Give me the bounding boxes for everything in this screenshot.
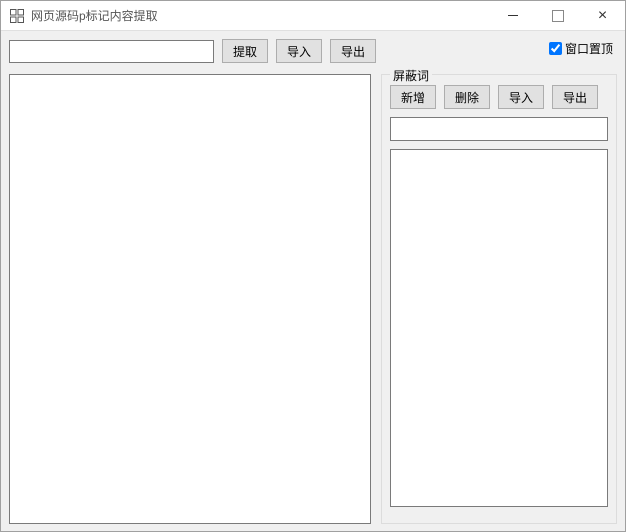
blocklist-delete-button[interactable]: 删除 — [444, 85, 490, 109]
export-button[interactable]: 导出 — [330, 39, 376, 63]
blocklist-import-button[interactable]: 导入 — [498, 85, 544, 109]
output-textarea[interactable] — [9, 74, 371, 524]
top-toolbar: 提取 导入 导出 — [9, 38, 617, 64]
always-on-top-checkbox[interactable]: 窗口置顶 — [549, 40, 613, 57]
blocklist-group: 屏蔽词 新增 删除 导入 导出 — [381, 74, 617, 524]
blocklist-export-button[interactable]: 导出 — [552, 85, 598, 109]
maximize-button[interactable] — [535, 1, 580, 31]
left-pane — [9, 74, 371, 524]
always-on-top-input[interactable] — [549, 42, 562, 55]
blocklist-add-button[interactable]: 新增 — [390, 85, 436, 109]
blocklist-toolbar: 新增 删除 导入 导出 — [390, 85, 608, 109]
extract-button[interactable]: 提取 — [222, 39, 268, 63]
blocklist-input[interactable] — [390, 117, 608, 141]
client-area: 提取 导入 导出 窗口置顶 屏蔽词 新增 删除 导入 导出 — [1, 31, 625, 532]
body-row: 屏蔽词 新增 删除 导入 导出 — [9, 74, 617, 524]
right-pane: 屏蔽词 新增 删除 导入 导出 — [381, 74, 617, 524]
window-title: 网页源码p标记内容提取 — [31, 7, 158, 24]
source-input[interactable] — [9, 40, 214, 63]
blocklist-legend: 屏蔽词 — [390, 67, 432, 84]
always-on-top-label: 窗口置顶 — [565, 40, 613, 57]
blocklist-listbox[interactable] — [390, 149, 608, 507]
close-button[interactable]: × — [580, 1, 625, 31]
import-button[interactable]: 导入 — [276, 39, 322, 63]
titlebar: 网页源码p标记内容提取 × — [1, 1, 625, 31]
app-icon — [9, 8, 25, 24]
app-window: 网页源码p标记内容提取 × 提取 导入 导出 窗口置顶 屏蔽词 新 — [0, 0, 626, 532]
minimize-button[interactable] — [490, 1, 535, 31]
